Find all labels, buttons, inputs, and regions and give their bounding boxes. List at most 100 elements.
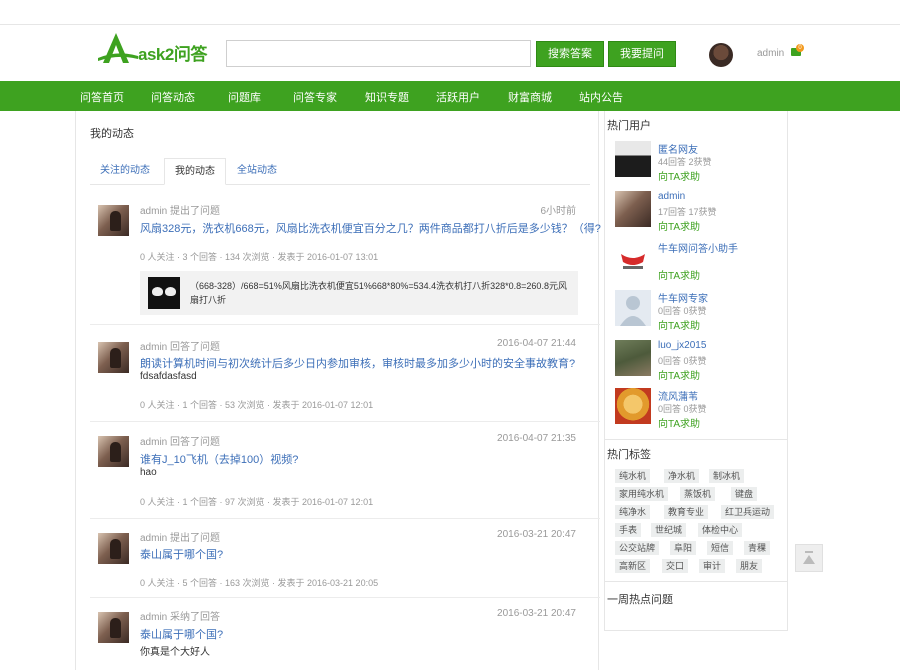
nav-item-active-users[interactable]: 活跃用户 [436, 89, 480, 105]
search-button[interactable]: 搜索答案 [536, 41, 604, 67]
feed-question-link[interactable]: 朗读计算机时间与初次统计后多少日内参加审核，审核时最多加多少小时的安全事故教育? [140, 355, 575, 371]
feed-user-avatar[interactable] [98, 436, 129, 467]
tag-link[interactable]: 纯水机 [615, 469, 651, 483]
hot-user-stats: 44回答 2获赞 [658, 157, 712, 167]
feed-meta: admin 提出了问题 [140, 529, 220, 544]
nav-item-questions[interactable]: 问题库 [228, 89, 261, 105]
hot-user-item: 匿名网友 44回答 2获赞 向TA求助 [615, 141, 787, 187]
feed-question-link[interactable]: 泰山属于哪个国? [140, 626, 223, 642]
answer-preview[interactable]: （668-328）/668=51%风扇比洗衣机便宜51%668*80%=534.… [140, 271, 578, 315]
feed-answer-text: hao [140, 467, 157, 478]
hot-user-name[interactable]: 流风蒲苇 [658, 388, 698, 403]
activity-tabs: 关注的动态 我的动态 全站动态 [90, 158, 590, 185]
feed-question-link[interactable]: 谁有J_10飞机（去掉100）视频? [140, 451, 298, 467]
hot-user-name[interactable]: admin [658, 191, 685, 202]
tag-link[interactable]: 阜阳 [670, 541, 697, 555]
tag-link[interactable]: 手表 [615, 523, 642, 537]
tag-link[interactable]: 朋友 [736, 559, 763, 573]
feed-action: 提出了问题 [170, 206, 221, 217]
tag-link[interactable]: 制冰机 [709, 469, 745, 483]
hot-user-name[interactable]: 牛车网专家 [658, 290, 708, 305]
tag-link[interactable]: 高新区 [615, 559, 651, 573]
tag-link[interactable]: 短信 [707, 541, 734, 555]
nav-item-topics[interactable]: 知识专题 [365, 89, 409, 105]
ask-user-link[interactable]: 向TA求助 [658, 218, 700, 233]
feed-meta: admin 提出了问题 [140, 202, 220, 217]
tag-link[interactable]: 净水机 [664, 469, 700, 483]
tag-link[interactable]: 世纪城 [651, 523, 687, 537]
hot-user-stats: 0回答 0获赞 [658, 356, 707, 366]
hot-user-avatar[interactable] [615, 388, 651, 424]
feed-answer-text: fdsafdasfasd [140, 371, 197, 382]
logo-text: ask2问答 [138, 45, 207, 64]
feed-time: 2016-03-21 20:47 [497, 529, 576, 540]
nav-item-activity[interactable]: 问答动态 [151, 89, 195, 105]
tag-link[interactable]: 纯净水 [615, 505, 651, 519]
tab-my-activity[interactable]: 我的动态 [164, 158, 226, 185]
feed-username[interactable]: admin [140, 206, 167, 217]
feed-item: admin 采纳了回答 2016-03-21 20:47 泰山属于哪个国? 你真… [90, 599, 600, 670]
hot-user-name[interactable]: luo_jx2015 [658, 340, 706, 351]
user-avatar[interactable] [709, 43, 733, 67]
hot-user-avatar[interactable] [615, 191, 651, 227]
tab-followed-activity[interactable]: 关注的动态 [90, 158, 160, 185]
hot-user-avatar[interactable] [615, 290, 651, 326]
feed-time: 2016-03-21 20:47 [497, 608, 576, 619]
feed-answer-text: 你真是个大好人 [140, 647, 210, 658]
ask-user-link[interactable]: 向TA求助 [658, 415, 700, 430]
tag-link[interactable]: 红卫兵运动 [721, 505, 775, 519]
feed-question-link[interactable]: 泰山属于哪个国? [140, 546, 223, 562]
hot-user-item: 牛车网专家 0回答 0获赞 向TA求助 [615, 290, 787, 336]
back-to-top-button[interactable] [795, 544, 823, 572]
tag-link[interactable]: 交口 [662, 559, 689, 573]
feed-username[interactable]: admin [140, 437, 167, 448]
feed-username[interactable]: admin [140, 342, 167, 353]
feed-user-avatar[interactable] [98, 342, 129, 373]
hot-user-name[interactable]: 匿名网友 [658, 141, 698, 156]
sidebar: 热门用户 匿名网友 44回答 2获赞 向TA求助 admin 17回答 17获赞… [604, 111, 788, 631]
tab-site-activity[interactable]: 全站动态 [227, 158, 287, 185]
feed-action: 提出了问题 [170, 533, 221, 544]
hot-user-name[interactable]: 牛车网问答小助手 [658, 240, 738, 255]
top-divider [0, 24, 900, 25]
ask-user-link[interactable]: 向TA求助 [658, 168, 700, 183]
search-input[interactable] [226, 40, 531, 67]
tag-link[interactable]: 青稞 [744, 541, 771, 555]
feed-meta: admin 采纳了回答 [140, 608, 220, 623]
ask-user-link[interactable]: 向TA求助 [658, 267, 700, 282]
nav-item-shop[interactable]: 财富商城 [508, 89, 552, 105]
tag-link[interactable]: 审计 [699, 559, 726, 573]
site-logo[interactable]: ask2问答 [98, 30, 213, 66]
sidebar-divider [605, 439, 787, 440]
feed-question-link[interactable]: 风扇328元，洗衣机668元，风扇比洗衣机便宜百分之几？两件商品都打八折后是多少… [140, 220, 601, 236]
ask-user-link[interactable]: 向TA求助 [658, 367, 700, 382]
tag-link[interactable]: 键盘 [731, 487, 758, 501]
answer-thumbnail [148, 277, 180, 309]
tag-link[interactable]: 蒸饭机 [680, 487, 716, 501]
nav-item-home[interactable]: 问答首页 [80, 89, 124, 105]
nav-item-experts[interactable]: 问答专家 [293, 89, 337, 105]
hot-tags-title: 热门标签 [607, 449, 651, 461]
hot-user-avatar[interactable] [615, 340, 651, 376]
feed-user-avatar[interactable] [98, 533, 129, 564]
hot-user-avatar[interactable] [615, 240, 651, 276]
nav-item-announcements[interactable]: 站内公告 [579, 89, 623, 105]
hot-user-item: 牛车网问答小助手 向TA求助 [615, 240, 787, 286]
feed-stats: 0 人关注 · 5 个回答 · 163 次浏览 · 发表于 2016-03-21… [140, 578, 379, 588]
tag-link[interactable]: 体检中心 [698, 523, 743, 537]
feed-item: admin 提出了问题 6小时前 风扇328元，洗衣机668元，风扇比洗衣机便宜… [90, 193, 601, 325]
feed-username[interactable]: admin [140, 612, 167, 623]
feed-user-avatar[interactable] [98, 612, 129, 643]
ask-question-button[interactable]: 我要提问 [608, 41, 676, 67]
username-link[interactable]: admin [757, 48, 784, 59]
feed-meta: admin 回答了问题 [140, 433, 220, 448]
tag-link[interactable]: 教育专业 [664, 505, 709, 519]
ask-user-link[interactable]: 向TA求助 [658, 317, 700, 332]
sidebar-divider [605, 581, 787, 582]
tag-link[interactable]: 公交站牌 [615, 541, 660, 555]
tag-link[interactable]: 家用纯水机 [615, 487, 669, 501]
feed-user-avatar[interactable] [98, 205, 129, 236]
hot-user-avatar[interactable] [615, 141, 651, 177]
feed-time: 6小时前 [540, 206, 576, 217]
feed-username[interactable]: admin [140, 533, 167, 544]
